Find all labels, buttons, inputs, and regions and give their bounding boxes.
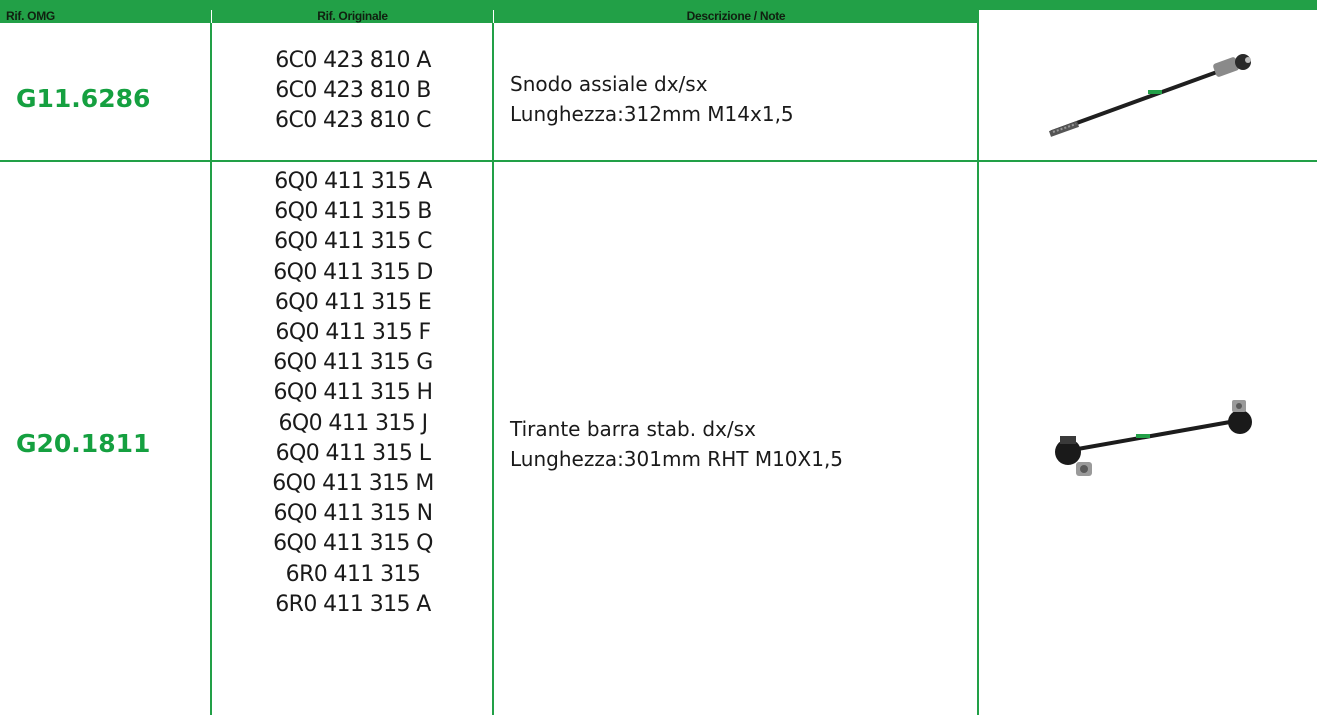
stabilizer-link-image (1040, 392, 1265, 492)
original-ref: 6Q0 411 315 E (274, 289, 432, 315)
column-divider (977, 0, 979, 715)
description-line: Lunghezza:301mm RHT M10X1,5 (510, 447, 844, 471)
description-line: Tirante barra stab. dx/sx (510, 417, 756, 441)
description-line: Lunghezza:312mm M14x1,5 (510, 102, 794, 126)
description-line: Snodo assiale dx/sx (510, 72, 708, 96)
original-ref: 6Q0 411 315 D (273, 259, 433, 285)
original-ref: 6C0 423 810 B (275, 78, 431, 104)
column-divider (210, 23, 212, 715)
omg-code: G11.6286 (16, 84, 151, 113)
original-ref: 6Q0 411 315 J (278, 410, 429, 436)
tie-rod-axial-joint-image (1038, 48, 1263, 148)
original-ref: 6Q0 411 315 B (274, 199, 432, 225)
original-ref: 6Q0 411 315 F (275, 320, 431, 346)
header-rif-omg: Rif. OMG (0, 10, 211, 23)
original-ref: 6R0 411 315 A (275, 591, 431, 617)
original-refs: 6C0 423 810 A 6C0 423 810 B 6C0 423 810 … (213, 46, 493, 137)
original-ref: 6Q0 411 315 Q (273, 531, 433, 557)
description: Snodo assiale dx/sx Lunghezza:312mm M14x… (510, 69, 794, 129)
omg-code: G20.1811 (16, 429, 151, 458)
row-divider (0, 160, 1317, 162)
original-ref: 6Q0 411 315 A (274, 169, 432, 194)
original-ref: 6R0 411 315 (285, 561, 421, 587)
header-descrizione: Descrizione / Note (494, 10, 978, 23)
original-ref: 6Q0 411 315 M (272, 471, 434, 497)
header-rif-originale: Rif. Originale (212, 10, 493, 23)
original-ref: 6Q0 411 315 H (273, 380, 433, 406)
original-ref: 6C0 423 810 C (275, 108, 431, 134)
original-ref: 6Q0 411 315 L (275, 440, 431, 466)
header-bar (0, 0, 1317, 10)
original-ref: 6Q0 411 315 C (274, 229, 432, 255)
description: Tirante barra stab. dx/sx Lunghezza:301m… (510, 414, 843, 474)
original-ref: 6Q0 411 315 N (273, 501, 434, 527)
original-refs: 6Q0 411 315 A 6Q0 411 315 B 6Q0 411 315 … (213, 167, 493, 620)
original-ref: 6C0 423 810 A (275, 48, 431, 73)
original-ref: 6Q0 411 315 G (273, 350, 433, 376)
parts-catalog-table: Rif. OMG Rif. Originale Descrizione / No… (0, 0, 1317, 715)
